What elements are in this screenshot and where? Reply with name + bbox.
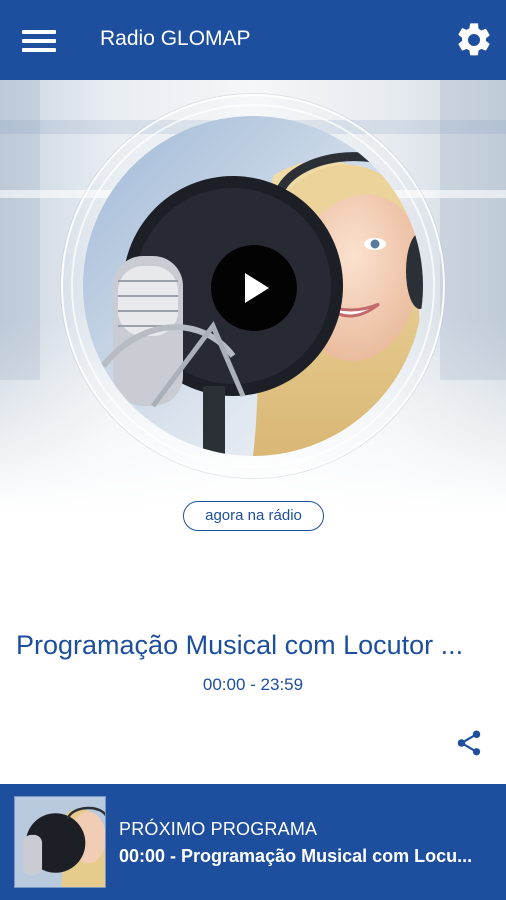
- next-program-thumbnail: [14, 796, 106, 888]
- play-button[interactable]: [211, 245, 297, 331]
- next-program-bar[interactable]: PRÓXIMO PROGRAMA 00:00 - Programação Mus…: [0, 784, 506, 900]
- share-icon[interactable]: [454, 728, 484, 758]
- menu-icon-line: [22, 30, 56, 34]
- current-program-time: 00:00 - 23:59: [202, 675, 304, 694]
- singer-thumbnail-image: [15, 797, 105, 887]
- menu-icon-line: [22, 39, 56, 43]
- now-on-air-badge: agora na rádio: [183, 501, 324, 531]
- app-title: Radio GLOMAP: [100, 27, 251, 50]
- menu-button[interactable]: [22, 28, 56, 54]
- menu-icon-line: [22, 48, 56, 52]
- gear-icon[interactable]: [454, 20, 494, 60]
- next-program-title: 00:00 - Programação Musical com Locu...: [119, 846, 473, 866]
- current-program-title: Programação Musical com Locutor ...: [16, 630, 464, 660]
- app-bar: Radio GLOMAP: [0, 0, 506, 80]
- next-program-label: PRÓXIMO PROGRAMA: [119, 819, 318, 839]
